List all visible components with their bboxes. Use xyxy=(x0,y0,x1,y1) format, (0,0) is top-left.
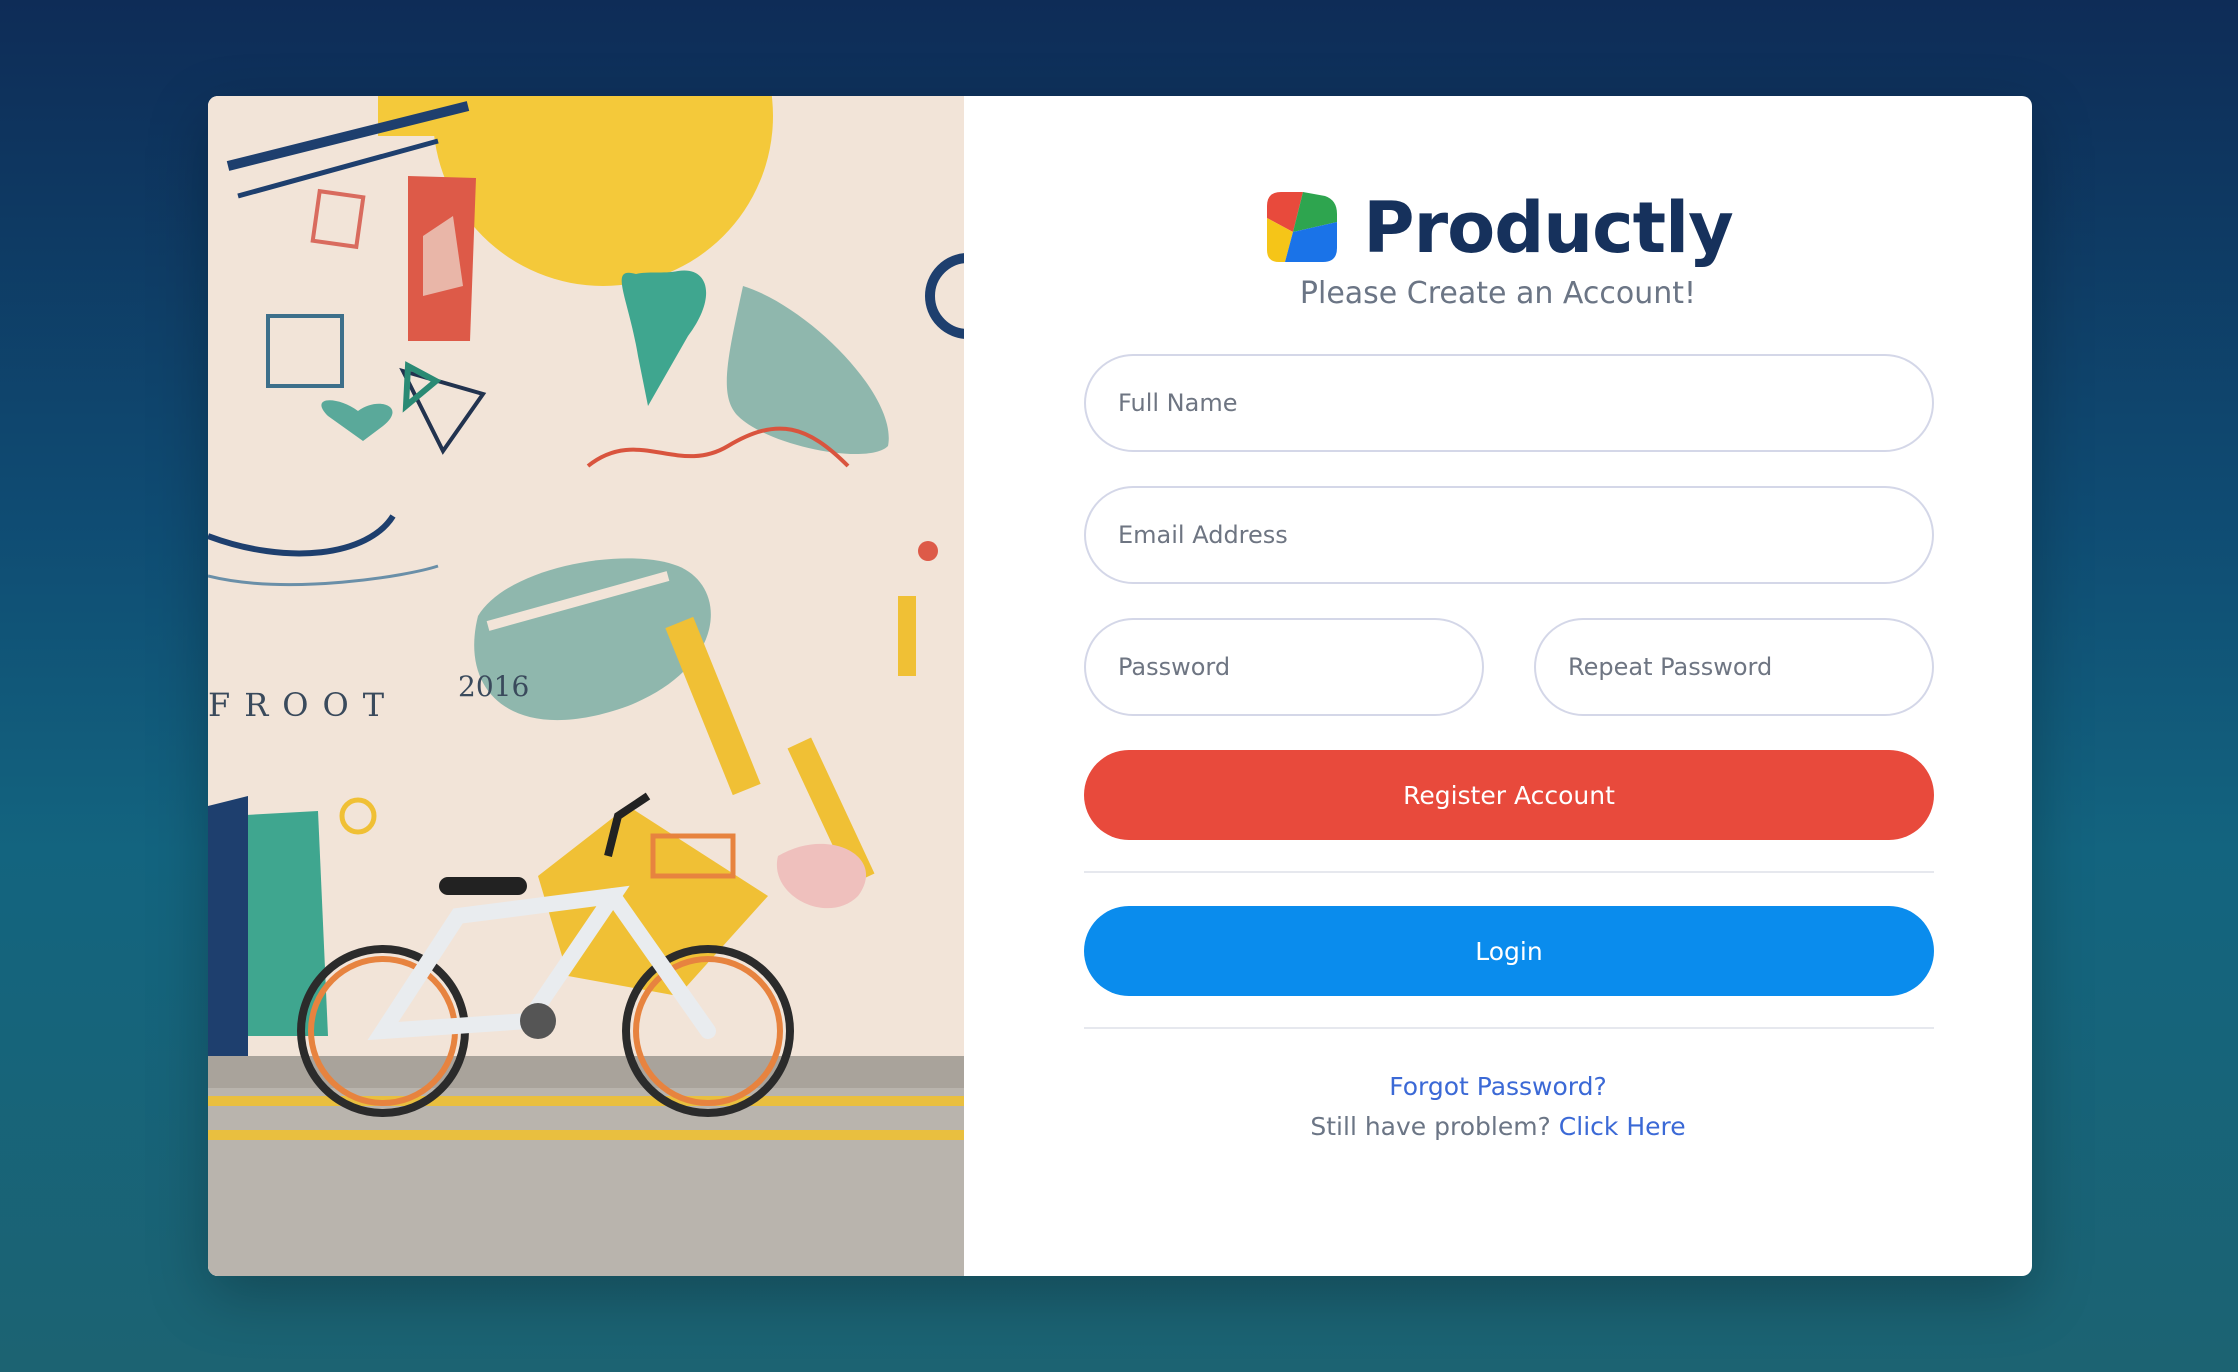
email-input[interactable] xyxy=(1084,486,1934,584)
register-card: 2016 FROOT Productly Please Create an Ac… xyxy=(208,96,2032,1276)
problem-text: Still have problem? xyxy=(1310,1112,1551,1141)
mural-year-text: 2016 xyxy=(458,670,529,703)
full-name-input[interactable] xyxy=(1084,354,1934,452)
divider xyxy=(1084,871,1934,873)
register-account-button[interactable]: Register Account xyxy=(1084,750,1934,840)
divider xyxy=(1084,1027,1934,1029)
forgot-password-row: Forgot Password? xyxy=(964,1072,2032,1101)
password-input[interactable] xyxy=(1084,618,1484,716)
page-subtitle: Please Create an Account! xyxy=(1299,276,1697,311)
forgot-password-link[interactable]: Forgot Password? xyxy=(1389,1072,1607,1101)
register-form-panel: Productly Please Create an Account! Regi… xyxy=(964,96,2032,1276)
support-row: Still have problem? Click Here xyxy=(964,1112,2032,1141)
brand-name: Productly xyxy=(1363,187,1733,269)
login-button[interactable]: Login xyxy=(1084,906,1934,996)
mural-bicycle-photo: 2016 FROOT xyxy=(208,96,964,1276)
click-here-link[interactable]: Click Here xyxy=(1559,1112,1686,1141)
mural-wall-text: FROOT xyxy=(208,686,398,724)
brand-header: Productly xyxy=(964,188,2032,268)
repeat-password-input[interactable] xyxy=(1534,618,1934,716)
productly-logo-icon xyxy=(1263,188,1339,268)
